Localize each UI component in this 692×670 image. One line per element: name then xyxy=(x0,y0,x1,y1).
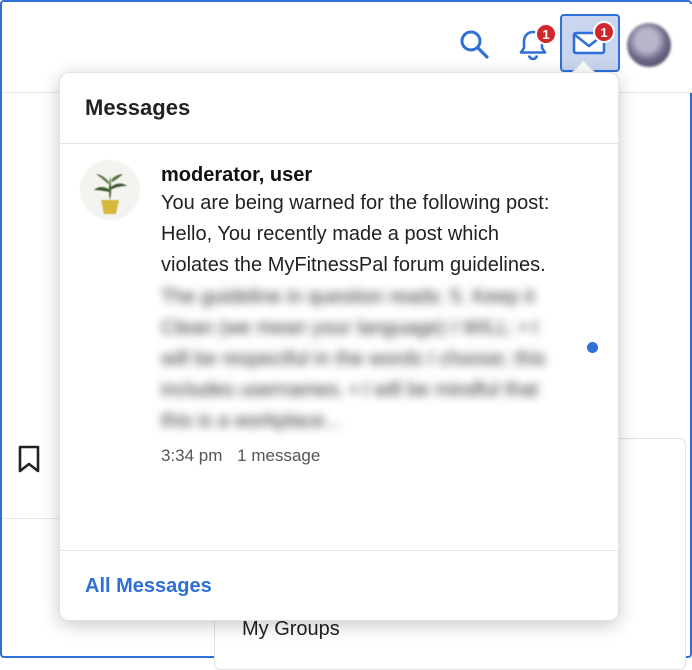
unread-indicator xyxy=(587,342,598,353)
messages-button[interactable]: 1 xyxy=(560,14,620,72)
all-messages-link[interactable]: All Messages xyxy=(85,575,212,598)
my-groups-link[interactable]: My Groups xyxy=(242,618,340,641)
notifications-button[interactable]: 1 xyxy=(512,23,557,66)
notifications-count-badge: 1 xyxy=(535,23,557,45)
search-icon xyxy=(460,30,489,59)
message-preview-visible: You are being warned for the following p… xyxy=(161,192,550,277)
message-sender: moderator, user xyxy=(161,164,313,186)
message-preview-blurred: The guideline in question reads: 5. Keep… xyxy=(161,285,546,433)
message-item[interactable]: moderator, user You are being warned for… xyxy=(60,144,618,551)
messages-count-badge: 1 xyxy=(593,21,615,43)
message-preview: You are being warned for the following p… xyxy=(161,188,571,438)
messages-footer: All Messages xyxy=(60,551,618,621)
message-count: 1 message xyxy=(237,445,321,465)
message-meta: 3:34 pm 1 message xyxy=(161,446,571,466)
messages-dropdown: Messages moderator, user You are being w… xyxy=(59,72,619,621)
bookmark-icon xyxy=(18,445,40,473)
bookmark-button[interactable] xyxy=(16,444,42,479)
messages-title: Messages xyxy=(60,73,618,144)
search-button[interactable] xyxy=(454,24,494,64)
message-time: 3:34 pm xyxy=(161,445,223,465)
user-avatar[interactable] xyxy=(627,23,671,67)
sender-avatar xyxy=(80,160,140,220)
